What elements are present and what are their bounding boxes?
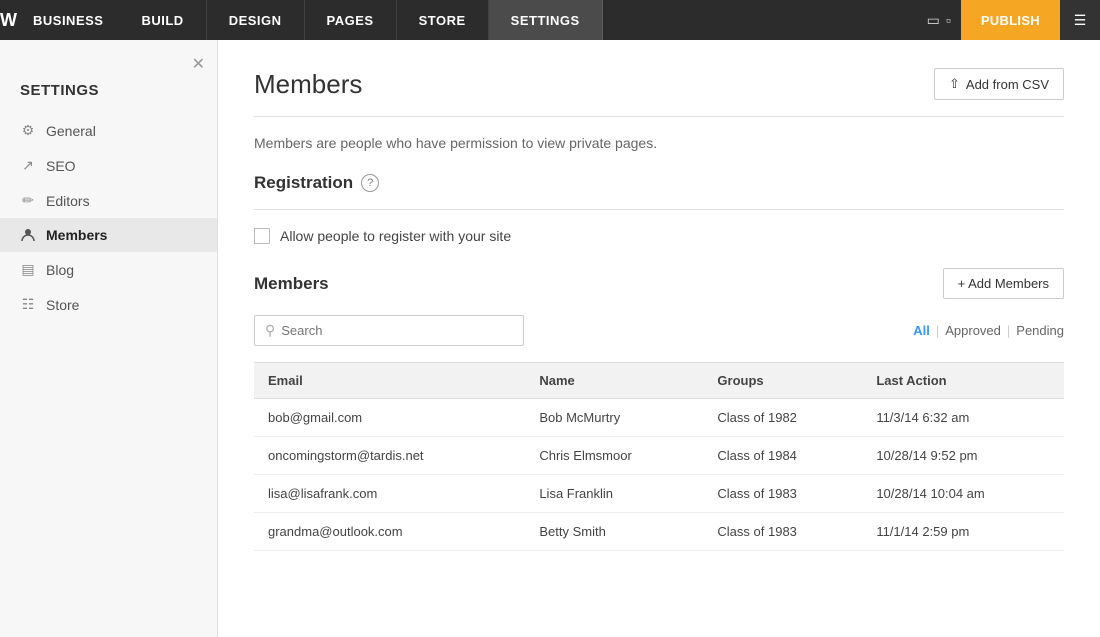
nav-item-build[interactable]: BUILD xyxy=(119,0,206,40)
sidebar-item-editors[interactable]: ✏ Editors xyxy=(0,183,217,218)
top-nav: W BUSINESS BUILD DESIGN PAGES STORE SETT… xyxy=(0,0,1100,40)
cell-groups: Class of 1983 xyxy=(703,513,862,551)
sidebar-item-store[interactable]: ☷ Store xyxy=(0,287,217,322)
sidebar-item-blog-label: Blog xyxy=(46,262,74,278)
hamburger-menu-button[interactable]: ☰ xyxy=(1060,0,1100,40)
col-last-action: Last Action xyxy=(862,363,1064,399)
cell-last-action: 11/1/14 2:59 pm xyxy=(862,513,1064,551)
register-checkbox-label: Allow people to register with your site xyxy=(280,228,511,244)
mobile-icon[interactable]: ▫ xyxy=(946,12,951,28)
cell-groups: Class of 1982 xyxy=(703,399,862,437)
table-row[interactable]: oncomingstorm@tardis.net Chris Elmsmoor … xyxy=(254,437,1064,475)
header-divider xyxy=(254,116,1064,117)
col-groups: Groups xyxy=(703,363,862,399)
sidebar-item-blog[interactable]: ▤ Blog xyxy=(0,252,217,287)
business-label: BUSINESS xyxy=(17,13,119,28)
filter-tabs: All | Approved | Pending xyxy=(913,323,1064,338)
table-row[interactable]: lisa@lisafrank.com Lisa Franklin Class o… xyxy=(254,475,1064,513)
nav-items: BUILD DESIGN PAGES STORE SETTINGS xyxy=(119,0,916,40)
cell-last-action: 10/28/14 9:52 pm xyxy=(862,437,1064,475)
pencil-icon: ✏ xyxy=(20,192,36,209)
cell-name: Betty Smith xyxy=(525,513,703,551)
description-text: Members are people who have permission t… xyxy=(254,135,1064,151)
register-checkbox[interactable] xyxy=(254,228,270,244)
filter-tab-approved[interactable]: Approved xyxy=(945,323,1001,338)
desktop-icon[interactable]: ▭ xyxy=(927,12,940,29)
sidebar-item-general-label: General xyxy=(46,123,96,139)
table-header: Email Name Groups Last Action xyxy=(254,363,1064,399)
sidebar-item-general[interactable]: ⚙ General xyxy=(0,113,217,148)
cell-groups: Class of 1983 xyxy=(703,475,862,513)
blog-icon: ▤ xyxy=(20,261,36,278)
filter-tab-pending[interactable]: Pending xyxy=(1016,323,1064,338)
search-input[interactable] xyxy=(281,323,513,338)
seo-icon: ↗ xyxy=(20,157,36,174)
cell-last-action: 11/3/14 6:32 am xyxy=(862,399,1064,437)
cell-name: Bob McMurtry xyxy=(525,399,703,437)
main-content: Members ⇧ Add from CSV Members are peopl… xyxy=(218,40,1100,637)
nav-item-store[interactable]: STORE xyxy=(397,0,489,40)
nav-item-settings[interactable]: SETTINGS xyxy=(489,0,603,40)
hamburger-icon: ☰ xyxy=(1074,12,1087,29)
table-row[interactable]: bob@gmail.com Bob McMurtry Class of 1982… xyxy=(254,399,1064,437)
search-icon: ⚲ xyxy=(265,322,275,339)
table-body: bob@gmail.com Bob McMurtry Class of 1982… xyxy=(254,399,1064,551)
nav-item-pages[interactable]: PAGES xyxy=(305,0,397,40)
logo-w-icon: W xyxy=(0,10,17,30)
cell-name: Chris Elmsmoor xyxy=(525,437,703,475)
page-title: Members xyxy=(254,69,362,100)
filter-tab-all[interactable]: All xyxy=(913,323,930,338)
registration-title: Registration xyxy=(254,173,353,193)
col-email: Email xyxy=(254,363,525,399)
nav-item-design[interactable]: DESIGN xyxy=(207,0,305,40)
sidebar-item-members-label: Members xyxy=(46,227,107,243)
add-from-csv-label: Add from CSV xyxy=(966,77,1049,92)
cell-email: oncomingstorm@tardis.net xyxy=(254,437,525,475)
registration-divider xyxy=(254,209,1064,210)
sidebar-title: SETTINGS xyxy=(0,78,217,113)
help-icon[interactable]: ? xyxy=(361,174,379,192)
cell-last-action: 10/28/14 10:04 am xyxy=(862,475,1064,513)
gear-icon: ⚙ xyxy=(20,122,36,139)
sidebar-item-store-label: Store xyxy=(46,297,79,313)
add-members-button[interactable]: + Add Members xyxy=(943,268,1064,299)
publish-button[interactable]: PUBLISH xyxy=(961,0,1060,40)
members-table: Email Name Groups Last Action bob@gmail.… xyxy=(254,362,1064,551)
cell-email: bob@gmail.com xyxy=(254,399,525,437)
main-layout: ✕ SETTINGS ⚙ General ↗ SEO ✏ Editors Mem… xyxy=(0,40,1100,637)
members-section-header: Members + Add Members xyxy=(254,268,1064,299)
add-from-csv-button[interactable]: ⇧ Add from CSV xyxy=(934,68,1064,100)
members-section-title: Members xyxy=(254,274,329,294)
device-icons: ▭ ▫ xyxy=(917,12,961,29)
search-filter-row: ⚲ All | Approved | Pending xyxy=(254,315,1064,346)
col-name: Name xyxy=(525,363,703,399)
table-row[interactable]: grandma@outlook.com Betty Smith Class of… xyxy=(254,513,1064,551)
close-icon[interactable]: ✕ xyxy=(192,54,205,74)
search-box: ⚲ xyxy=(254,315,524,346)
sidebar-item-editors-label: Editors xyxy=(46,193,90,209)
person-icon xyxy=(20,228,36,242)
register-checkbox-row: Allow people to register with your site xyxy=(254,228,1064,244)
upload-icon: ⇧ xyxy=(949,76,960,92)
registration-header: Registration ? xyxy=(254,173,1064,193)
cell-groups: Class of 1984 xyxy=(703,437,862,475)
sidebar-item-members[interactable]: Members xyxy=(0,218,217,252)
cell-name: Lisa Franklin xyxy=(525,475,703,513)
sidebar: ✕ SETTINGS ⚙ General ↗ SEO ✏ Editors Mem… xyxy=(0,40,218,637)
logo[interactable]: W xyxy=(0,10,17,31)
cart-icon: ☷ xyxy=(20,296,36,313)
cell-email: lisa@lisafrank.com xyxy=(254,475,525,513)
page-header: Members ⇧ Add from CSV xyxy=(254,68,1064,100)
cell-email: grandma@outlook.com xyxy=(254,513,525,551)
sidebar-item-seo[interactable]: ↗ SEO xyxy=(0,148,217,183)
sidebar-close-area: ✕ xyxy=(0,48,217,78)
sidebar-item-seo-label: SEO xyxy=(46,158,76,174)
